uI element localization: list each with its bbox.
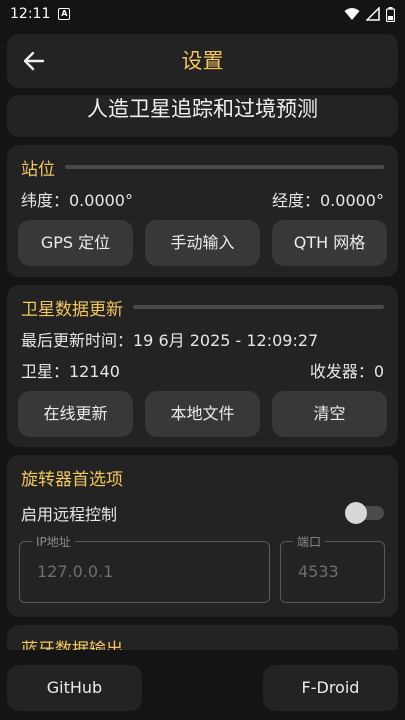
toggle-knob [345,502,367,524]
remote-control-label: 启用远程控制 [21,505,118,524]
clear-button[interactable]: 清空 [272,391,387,437]
top-app-bar: 设置 [7,34,398,88]
wifi-icon [344,8,360,20]
battery-icon [386,6,395,22]
port-field[interactable]: 端口 4533 [280,533,385,603]
settings-scroll[interactable]: 人造卫星追踪和过境预测 站位 纬度：0.0000° 经度：0.0000° GPS… [0,95,405,650]
section-divider [65,165,384,169]
manual-input-button[interactable]: 手动输入 [145,220,260,266]
ip-address-value: 127.0.0.1 [37,562,114,581]
satellite-data-card: 卫星数据更新 最后更新时间：19 6月 2025 - 12:09:27 卫星：1… [7,285,398,447]
fdroid-button[interactable]: F-Droid [263,665,398,711]
status-time: 12:11 [10,6,51,22]
bottom-bar: GitHub F-Droid [0,652,405,720]
station-card: 站位 纬度：0.0000° 经度：0.0000° GPS 定位 手动输入 QTH… [7,145,398,277]
satellite-data-section-title: 卫星数据更新 [21,299,123,320]
online-update-button[interactable]: 在线更新 [18,391,133,437]
station-section-title: 站位 [21,159,55,180]
remote-control-toggle[interactable] [345,502,384,524]
page-title: 设置 [181,49,224,73]
status-icons [344,6,395,22]
latitude-label: 纬度：0.0000° [21,191,133,210]
notification-icon: A [58,8,71,20]
transceivers-count: 收发器：0 [309,362,384,381]
github-button[interactable]: GitHub [7,665,142,711]
ip-address-field[interactable]: IP地址 127.0.0.1 [19,533,270,603]
app-title: 人造卫星追踪和过境预测 [87,97,318,121]
local-file-button[interactable]: 本地文件 [145,391,260,437]
port-label: 端口 [293,533,326,550]
rotator-card: 旋转器首选项 启用远程控制 IP地址 127.0.0.1 端口 4533 [7,455,398,617]
rotator-section-title: 旋转器首选项 [21,469,123,490]
port-value: 4533 [298,562,339,581]
app-title-card: 人造卫星追踪和过境预测 [7,95,398,137]
ip-address-label: IP地址 [32,533,75,550]
satellites-count: 卫星：12140 [21,362,120,381]
qth-grid-button[interactable]: QTH 网格 [272,220,387,266]
section-divider [133,305,384,309]
last-update-label: 最后更新时间：19 6月 2025 - 12:09:27 [21,331,319,350]
gps-locate-button[interactable]: GPS 定位 [18,220,133,266]
bluetooth-card: 蓝牙数据输出 [7,625,398,650]
status-bar: 12:11 A [0,0,405,28]
longitude-label: 经度：0.0000° [272,191,384,210]
signal-icon [366,7,380,21]
bluetooth-section-title: 蓝牙数据输出 [21,639,123,651]
